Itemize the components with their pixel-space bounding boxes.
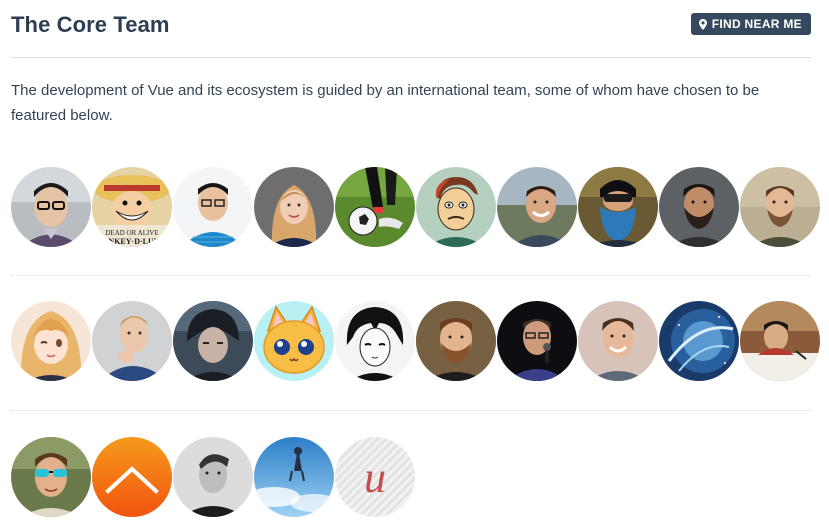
avatar-man-beard-red[interactable] xyxy=(416,301,496,381)
avatar-man-sunglasses[interactable] xyxy=(11,437,91,517)
svg-text:u: u xyxy=(364,453,386,502)
avatar-row-1: DEAD OR ALIVE MONKEY·D·LUFFY xyxy=(11,167,820,247)
avatar-anime-sky[interactable] xyxy=(254,437,334,517)
avatar-letter-u-logo[interactable]: u xyxy=(335,437,415,517)
avatar-row-3: u xyxy=(11,437,811,517)
avatar-anime-boy-dark[interactable] xyxy=(173,301,253,381)
avatar-man-thinking[interactable] xyxy=(92,301,172,381)
avatar-anime-straw-hat[interactable]: DEAD OR ALIVE MONKEY·D·LUFFY xyxy=(92,167,172,247)
avatar-manga-boy[interactable] xyxy=(335,301,415,381)
avatar-man-bw[interactable] xyxy=(173,437,253,517)
avatar-row-2 xyxy=(11,301,820,381)
avatar-woman-blonde[interactable] xyxy=(254,167,334,247)
row-divider-2 xyxy=(11,410,811,411)
avatar-man-glasses-blue-shirt[interactable] xyxy=(173,167,253,247)
avatar-man-beard-dark[interactable] xyxy=(659,167,739,247)
avatar-cartoon-man[interactable] xyxy=(416,167,496,247)
team-description: The development of Vue and its ecosystem… xyxy=(11,82,760,124)
avatar-man-smiling-wall[interactable] xyxy=(578,301,658,381)
avatar-anime-girl-wink[interactable] xyxy=(11,301,91,381)
avatar-soccer-ball[interactable] xyxy=(335,167,415,247)
svg-text:MONKEY·D·LUFFY: MONKEY·D·LUFFY xyxy=(95,237,170,246)
find-near-me-label: FIND NEAR ME xyxy=(711,17,802,31)
avatar-man-glasses-1[interactable] xyxy=(11,167,91,247)
map-pin-icon xyxy=(698,18,707,30)
page-title: The Core Team xyxy=(11,12,170,37)
svg-text:DEAD OR ALIVE: DEAD OR ALIVE xyxy=(105,229,158,237)
avatar-man-speaking-mic[interactable] xyxy=(497,301,577,381)
avatar-cartoon-cat[interactable] xyxy=(254,301,334,381)
find-near-me-button[interactable]: FIND NEAR ME xyxy=(690,13,811,35)
page-header: The Core Team FIND NEAR ME xyxy=(11,10,811,58)
avatar-boy-writing[interactable] xyxy=(740,301,820,381)
row-divider-1 xyxy=(11,275,811,276)
avatar-space-blue[interactable] xyxy=(659,301,739,381)
avatar-man-blue-beard[interactable] xyxy=(578,167,658,247)
avatar-orange-logo[interactable] xyxy=(92,437,172,517)
avatar-man-smiling-field[interactable] xyxy=(497,167,577,247)
avatar-man-beard-light[interactable] xyxy=(740,167,820,247)
